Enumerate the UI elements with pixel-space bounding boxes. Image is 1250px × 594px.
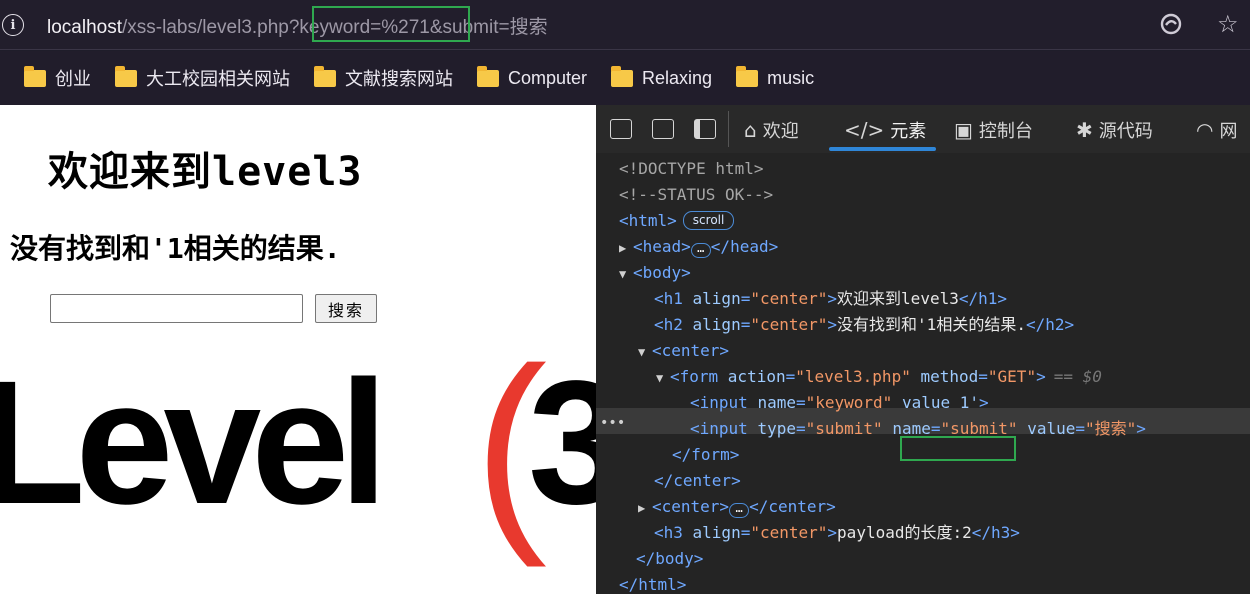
dom-node[interactable]: </body> <box>636 546 703 572</box>
dom-node[interactable]: <h1 align="center">欢迎来到level3</h1> <box>654 286 1007 312</box>
level-logo-text: Level <box>0 345 388 541</box>
collapse-arrow-icon[interactable]: ▼ <box>656 365 670 391</box>
favorite-star-icon[interactable]: ☆ <box>1217 10 1239 38</box>
url-annotation-box <box>312 6 470 42</box>
info-icon[interactable]: i <box>2 14 24 36</box>
url-field[interactable]: localhost/xss-labs/level3.php?keyword=%2… <box>47 12 548 39</box>
bookmark-folder[interactable]: 大工校园相关网站 <box>115 65 290 91</box>
value-annotation-box <box>900 436 1016 461</box>
home-icon: ⌂ <box>744 118 757 142</box>
dom-node[interactable]: ▼ <body> <box>619 260 691 286</box>
folder-icon <box>115 65 137 87</box>
folder-icon <box>314 65 336 87</box>
tab-network[interactable]: ◠ 网 <box>1196 117 1237 143</box>
page-viewport: 欢迎来到level3 没有找到和'1相关的结果. 搜索 Level ( 3 <box>0 105 596 594</box>
dom-node[interactable]: ▶ <head>… </head> <box>619 234 778 260</box>
dock-side-icon[interactable] <box>694 119 716 139</box>
devtools-panel: ⌂ 欢迎 </> 元素 ▣ 控制台 ✱ 源代码 ◠ 网 <!DOCTYPE html> <… <box>596 105 1250 594</box>
dom-node[interactable]: <html> scroll <box>619 208 735 234</box>
bookmark-folder[interactable]: music <box>736 65 814 89</box>
dom-node[interactable]: <!DOCTYPE html> <box>619 156 764 182</box>
search-button[interactable]: 搜索 <box>315 294 377 323</box>
bookmarks-bar: 创业 大工校园相关网站 文献搜索网站 Computer Relaxing mus… <box>0 51 1250 105</box>
dom-node[interactable]: </form> <box>672 442 739 468</box>
device-emulation-icon[interactable] <box>652 119 674 139</box>
folder-icon <box>736 65 759 87</box>
dom-node[interactable]: </center> <box>654 468 741 494</box>
devtools-toolbar: ⌂ 欢迎 </> 元素 ▣ 控制台 ✱ 源代码 ◠ 网 <box>596 105 1250 153</box>
toolbar-divider <box>728 111 729 147</box>
scroll-badge[interactable]: scroll <box>682 211 735 230</box>
expand-arrow-icon[interactable]: ▶ <box>638 495 652 521</box>
collapse-arrow-icon[interactable]: ▼ <box>638 339 652 365</box>
ellipsis-icon[interactable]: … <box>729 502 750 518</box>
tab-sources[interactable]: ✱ 源代码 <box>1076 117 1153 143</box>
page-title: 欢迎来到level3 <box>48 149 363 195</box>
dom-node[interactable]: <!--STATUS OK--> <box>619 182 773 208</box>
result-message: 没有找到和'1相关的结果. <box>10 232 341 265</box>
code-icon: </> <box>844 118 885 142</box>
ellipsis-icon[interactable]: … <box>690 242 711 258</box>
folder-icon <box>477 65 499 87</box>
edge-collections-icon[interactable] <box>1159 12 1183 36</box>
bookmark-folder[interactable]: Computer <box>477 65 587 89</box>
selected-node-marker: == $0 <box>1053 367 1102 386</box>
bookmark-folder[interactable]: 创业 <box>24 65 91 91</box>
dom-node[interactable]: ▶ <center>… </center> <box>638 494 836 520</box>
dom-node-selected[interactable]: ▼ <form action="level3.php" method="GET">… <box>656 364 1102 390</box>
tab-console[interactable]: ▣ 控制台 <box>954 117 1033 143</box>
dom-node[interactable]: <h2 align="center">没有找到和'1相关的结果.</h2> <box>654 312 1074 338</box>
level-logo-digit: 3 <box>528 345 596 541</box>
address-bar: i localhost/xss-labs/level3.php?keyword=… <box>0 0 1250 50</box>
collapse-arrow-icon[interactable]: ▼ <box>619 261 633 287</box>
dom-node[interactable]: <input name="keyword" value 1'> <box>690 390 989 416</box>
keyword-input[interactable] <box>50 294 303 323</box>
active-tab-indicator <box>829 147 936 151</box>
bookmark-folder[interactable]: 文献搜索网站 <box>314 65 453 91</box>
inspect-element-icon[interactable] <box>610 119 632 139</box>
dom-node[interactable]: </html> <box>619 572 686 594</box>
bookmark-folder[interactable]: Relaxing <box>611 65 712 89</box>
tab-elements[interactable]: </> 元素 <box>844 117 926 143</box>
folder-icon <box>611 65 634 87</box>
url-host: localhost <box>47 17 122 38</box>
console-icon: ▣ <box>954 118 973 142</box>
tab-welcome[interactable]: ⌂ 欢迎 <box>744 117 799 143</box>
more-options-icon[interactable]: ••• <box>600 415 625 431</box>
folder-icon <box>24 65 46 87</box>
bug-icon: ✱ <box>1076 118 1093 142</box>
dom-node[interactable]: ▼ <center> <box>638 338 729 364</box>
expand-arrow-icon[interactable]: ▶ <box>619 235 633 261</box>
dom-node[interactable]: <h3 align="center">payload的长度:2</h3> <box>654 520 1020 546</box>
wifi-icon: ◠ <box>1196 118 1214 142</box>
